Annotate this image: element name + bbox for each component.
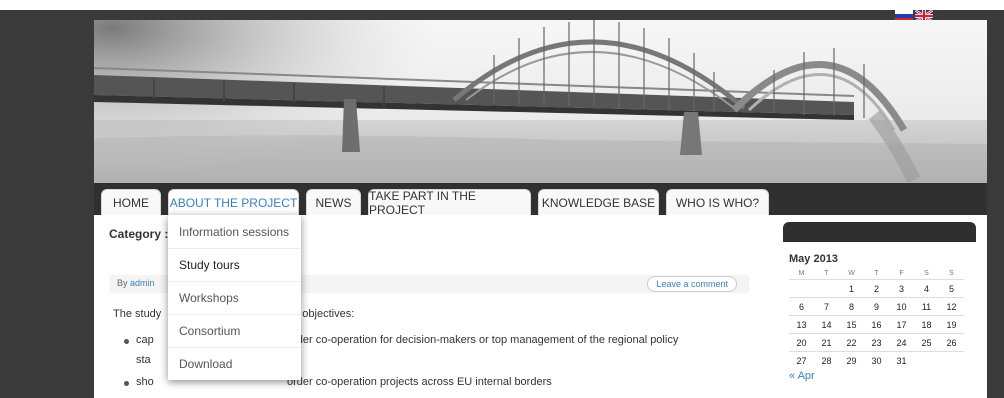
calendar-day	[814, 279, 839, 298]
calendar-day: 30	[864, 351, 889, 369]
sidebar-header	[783, 222, 976, 242]
calendar-week-row: 12345	[789, 279, 964, 298]
calendar-day: 12	[939, 297, 964, 316]
calendar-day: 26	[939, 333, 964, 352]
bullet1-text-left: cap	[136, 334, 154, 346]
calendar-day: 21	[814, 333, 839, 352]
menu-item-workshops[interactable]: Workshops	[168, 281, 301, 314]
bullet1-text-right: order co-operation for decision-makers o…	[287, 334, 679, 346]
calendar-day: 20	[789, 333, 814, 352]
calendar-day: 10	[889, 297, 914, 316]
weekday-label: W	[848, 269, 855, 277]
bullet2-text-right: order co-operation projects across EU in…	[287, 376, 552, 388]
calendar-prev-month-link[interactable]: « Apr	[789, 370, 976, 382]
calendar-day: 17	[889, 315, 914, 334]
top-strip	[0, 0, 1004, 10]
calendar-day: 9	[864, 297, 889, 316]
tab-home[interactable]: HOME	[101, 189, 161, 215]
calendar-day	[914, 351, 939, 369]
bullet-icon	[124, 339, 129, 344]
calendar-day: 23	[864, 333, 889, 352]
main-nav: HOME ABOUT THE PROJECT NEWS TAKE PART IN…	[94, 183, 987, 217]
calendar-day: 28	[814, 351, 839, 369]
calendar-day: 31	[889, 351, 914, 369]
calendar-day	[939, 351, 964, 369]
calendar-caption: May 2013	[789, 253, 838, 265]
calendar-day: 5	[939, 279, 964, 298]
tab-about-the-project[interactable]: ABOUT THE PROJECT	[168, 189, 299, 215]
calendar-day: 2	[864, 279, 889, 298]
weekday-label: T	[874, 269, 879, 277]
weekday-label: S	[949, 269, 954, 277]
author-link[interactable]: admin	[130, 278, 155, 288]
calendar-week-row: 6 7 8 9 10 11 12	[789, 297, 964, 316]
menu-item-consortium[interactable]: Consortium	[168, 314, 301, 347]
calendar-day: 19	[939, 315, 964, 334]
menu-item-study-tours[interactable]: Study tours	[168, 248, 301, 281]
menu-item-download[interactable]: Download	[168, 347, 301, 380]
leave-comment-button[interactable]: Leave a comment	[647, 276, 737, 292]
calendar-day: 11	[914, 297, 939, 316]
calendar-day: 6	[789, 297, 814, 316]
header-bridge-image	[94, 20, 987, 183]
menu-item-information-sessions[interactable]: Information sessions	[168, 215, 301, 248]
category-title: Category :	[109, 227, 169, 241]
bullet-icon	[124, 381, 129, 386]
calendar-day: 22	[839, 333, 864, 352]
calendar-week-row: 20 21 22 23 24 25 26	[789, 333, 964, 352]
intro-text-left: The study	[113, 308, 162, 320]
bullet1-text-cont: sta	[136, 354, 151, 366]
calendar-day: 15	[839, 315, 864, 334]
weekday-label: M	[798, 269, 805, 277]
calendar-day	[789, 279, 814, 298]
tab-who-is-who[interactable]: WHO IS WHO?	[666, 189, 769, 215]
calendar-day: 8	[839, 297, 864, 316]
about-project-dropdown: Information sessions Study tours Worksho…	[168, 215, 301, 380]
calendar-day: 29	[839, 351, 864, 369]
calendar-day: 7	[814, 297, 839, 316]
calendar-day: 3	[889, 279, 914, 298]
weekday-label: F	[899, 269, 904, 277]
calendar-day: 18	[914, 315, 939, 334]
calendar-day: 16	[864, 315, 889, 334]
calendar-day: 27	[789, 351, 814, 369]
calendar-day: 13	[789, 315, 814, 334]
calendar-week-row: 13 14 15 16 17 18 19	[789, 315, 964, 334]
tab-knowledge-base[interactable]: KNOWLEDGE BASE	[538, 189, 659, 215]
calendar-table: M T W T F S S 1 2 3 4 5 6 7 8 9 10 11 12 13 14 15 16 17 1…	[789, 267, 964, 369]
calendar-day: 24	[889, 333, 914, 352]
calendar-day: 25	[914, 333, 939, 352]
calendar-day: 14	[814, 315, 839, 334]
calendar-day: 4	[914, 279, 939, 298]
bullet2-text-left: sho	[136, 376, 154, 388]
weekday-label: T	[824, 269, 829, 277]
post-byline: By admin	[117, 278, 155, 288]
tab-take-part[interactable]: TAKE PART IN THE PROJECT	[368, 189, 531, 217]
weekday-label: S	[924, 269, 929, 277]
calendar-body: 1 2 3 4 5 6 7 8 9 10 11 12 13 14 15 16 17 18 19 20 21 22 23 24 2…	[789, 279, 964, 369]
calendar-week-row: 27 28 29 30 31	[789, 351, 964, 369]
tab-news[interactable]: NEWS	[306, 189, 361, 215]
sidebar: May 2013 M T W T F S S 1 2 3 4 5 6 7 8 9 10 11 12 13…	[783, 222, 976, 382]
by-label: By	[117, 278, 128, 288]
calendar-day: 1	[839, 279, 864, 298]
